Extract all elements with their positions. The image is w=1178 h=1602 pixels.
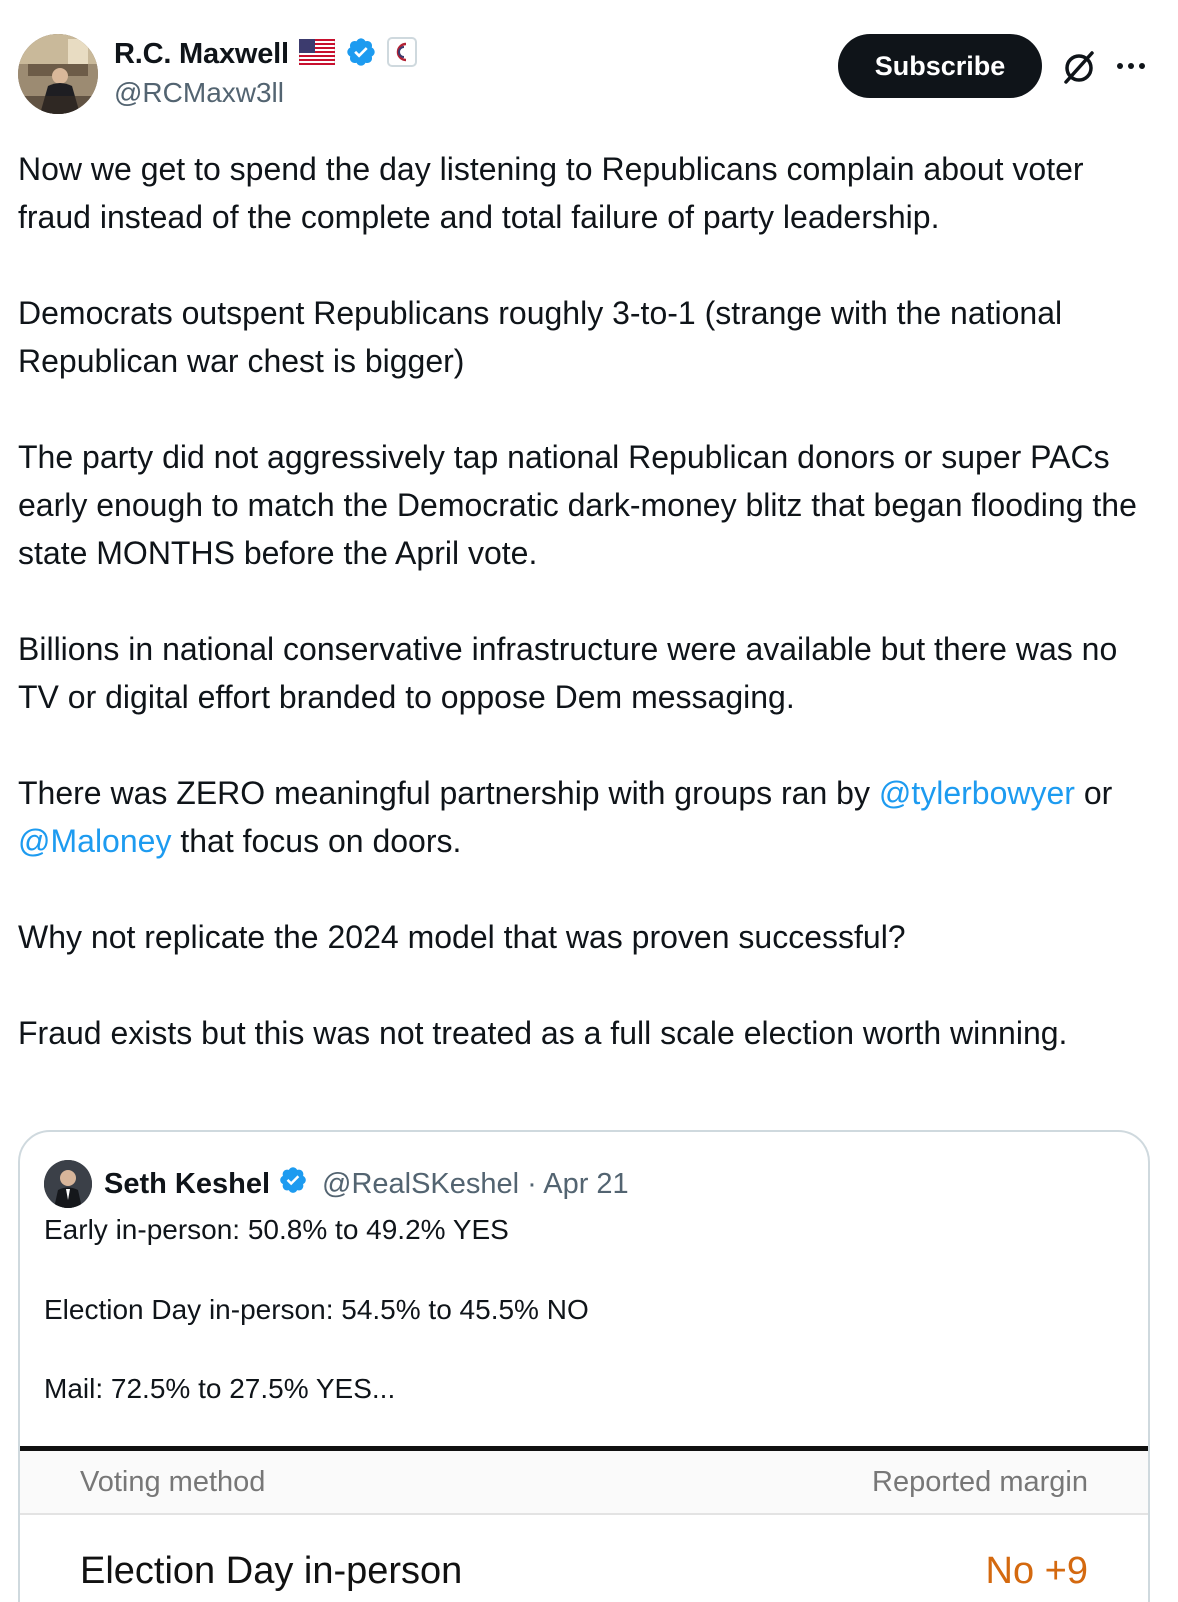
author-name-row: R.C. Maxwell (114, 36, 417, 73)
mention-link-tylerbowyer[interactable]: @tylerbowyer (879, 775, 1075, 811)
grok-icon[interactable] (1060, 48, 1098, 86)
quoted-tweet-card[interactable]: Seth Keshel @RealSKeshel · Apr 21 Early … (18, 1130, 1150, 1602)
tweet-body: Now we get to spend the day listening to… (18, 145, 1158, 1057)
author-handle[interactable]: @RCMaxw3ll (114, 77, 284, 109)
column-header-reported-margin: Reported margin (872, 1466, 1088, 1498)
table-row-label: Election Day in-person (80, 1550, 463, 1592)
subscribe-button[interactable]: Subscribe (838, 34, 1042, 98)
paragraph-text: There was ZERO meaningful partnership wi… (18, 775, 879, 811)
verified-badge-icon[interactable] (345, 36, 377, 73)
tweet-post: R.C. Maxwell @RCMaxw3ll Subscribe Now we… (0, 0, 1178, 1602)
verified-badge-icon[interactable] (278, 1165, 308, 1203)
quoted-author-handle[interactable]: @RealSKeshel (322, 1168, 519, 1201)
tweet-paragraph: Why not replicate the 2024 model that wa… (18, 919, 906, 955)
tweet-paragraph: Democrats outspent Republicans roughly 3… (18, 295, 1063, 379)
tweet-paragraph: The party did not aggressively tap natio… (18, 439, 1137, 571)
quoted-tweet-header: Seth Keshel @RealSKeshel · Apr 21 (44, 1160, 629, 1208)
quoted-tweet-line: Mail: 72.5% to 27.5% YES... (44, 1373, 396, 1404)
quoted-tweet-line: Election Day in-person: 54.5% to 45.5% N… (44, 1294, 589, 1325)
mention-link-maloney[interactable]: @Maloney (18, 823, 171, 859)
paragraph-text: that focus on doors. (171, 823, 462, 859)
column-header-voting-method: Voting method (80, 1466, 266, 1498)
tweet-paragraph: Fraud exists but this was not treated as… (18, 1015, 1068, 1051)
quoted-author-avatar[interactable] (44, 1160, 92, 1208)
quoted-tweet-line: Early in-person: 50.8% to 49.2% YES (44, 1214, 509, 1245)
paragraph-text: or (1074, 775, 1113, 811)
affiliate-badge-icon[interactable] (386, 37, 417, 72)
more-icon[interactable] (1114, 56, 1148, 76)
quoted-tweet-date[interactable]: · Apr 21 (527, 1168, 629, 1201)
author-name[interactable]: R.C. Maxwell (114, 38, 289, 71)
quoted-author-name[interactable]: Seth Keshel (104, 1168, 270, 1201)
tweet-paragraph: Now we get to spend the day listening to… (18, 151, 1084, 235)
table-row-value: No +9 (985, 1550, 1088, 1592)
tweet-paragraph: There was ZERO meaningful partnership wi… (18, 769, 1158, 865)
us-flag-icon (298, 38, 336, 70)
author-avatar[interactable] (18, 34, 98, 114)
tweet-paragraph: Billions in national conservative infras… (18, 631, 1118, 715)
